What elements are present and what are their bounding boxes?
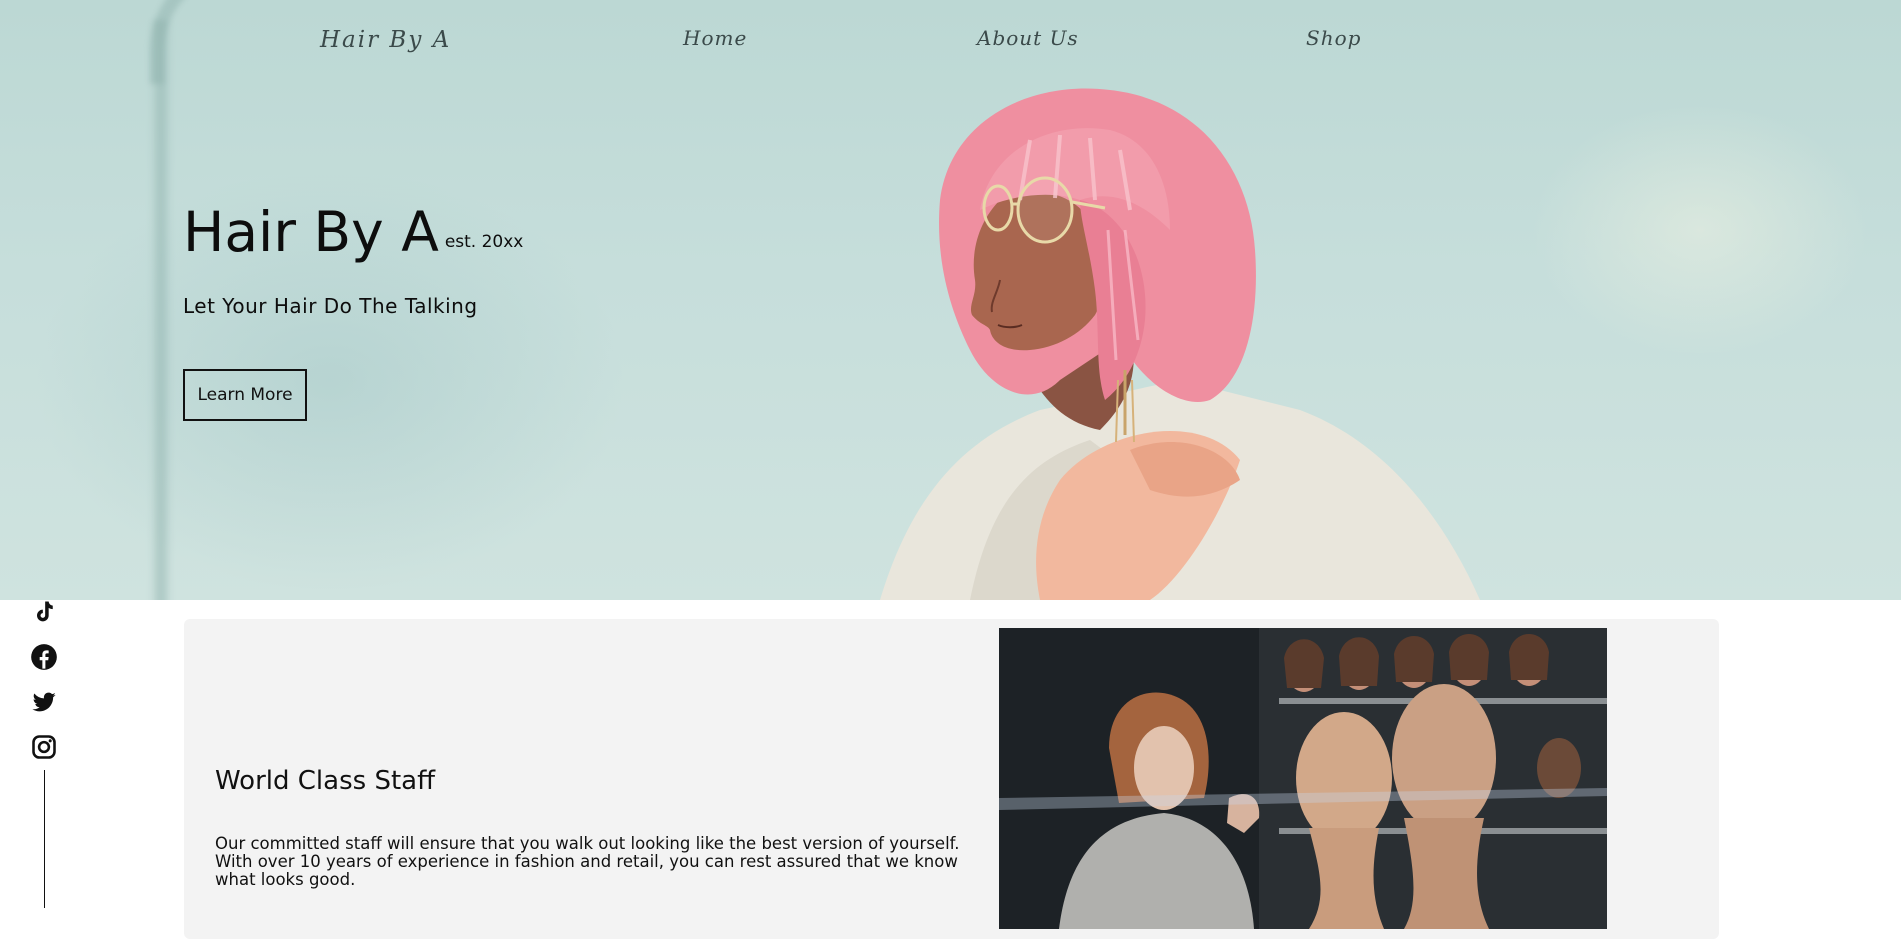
nav-link-home[interactable]: Home: [683, 26, 747, 50]
hero-title: Hair By Aest. 20xx: [183, 200, 523, 264]
twitter-icon[interactable]: [30, 688, 58, 716]
hero-portrait-image: [880, 88, 1480, 600]
nav-link-shop[interactable]: Shop: [1306, 26, 1361, 50]
background-lamp-post-shaft: [150, 20, 172, 600]
learn-more-button[interactable]: Learn More: [183, 369, 307, 421]
staff-title: World Class Staff: [215, 766, 435, 796]
tiktok-icon[interactable]: [30, 598, 58, 626]
staff-photo-image: [999, 628, 1607, 929]
nav-brand-logo[interactable]: Hair By A: [320, 27, 451, 53]
hero-section: Hair By A Home About Us Shop Hair By Aes…: [0, 0, 1901, 600]
hero-established-label: est. 20xx: [444, 231, 524, 252]
social-rail-divider: [44, 770, 45, 908]
instagram-icon[interactable]: [30, 733, 58, 761]
hero-tagline: Let Your Hair Do The Talking: [183, 294, 478, 318]
staff-description: Our committed staff will ensure that you…: [215, 834, 960, 889]
hero-title-text: Hair By A: [183, 200, 439, 264]
background-lamp-post: [150, 0, 304, 84]
nav-link-about-us[interactable]: About Us: [977, 26, 1079, 50]
facebook-icon[interactable]: [30, 643, 58, 671]
